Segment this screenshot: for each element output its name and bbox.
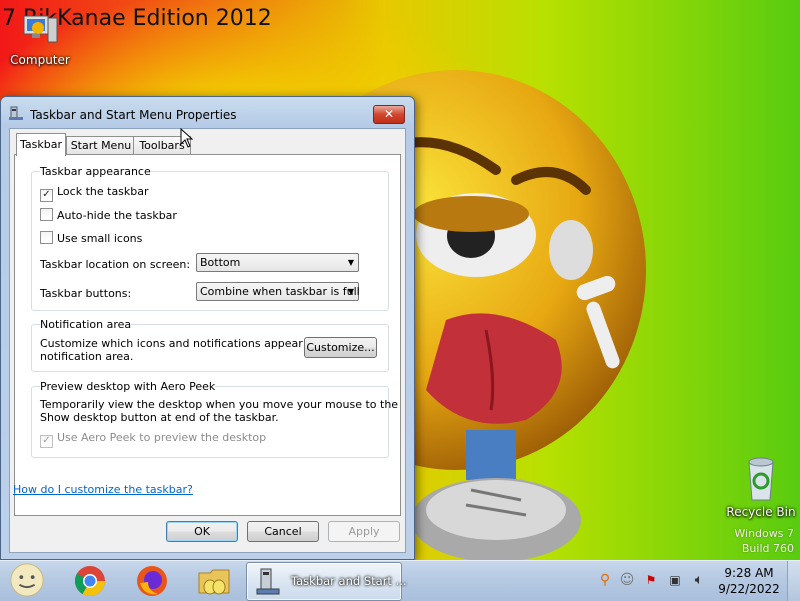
- smiley-tray-icon[interactable]: ☺: [618, 571, 636, 589]
- action-center-warning-icon[interactable]: ⚑: [642, 571, 660, 589]
- lock-taskbar-checkbox[interactable]: ✓: [40, 189, 53, 202]
- close-button[interactable]: ✕: [373, 105, 405, 124]
- task-button-label: Taskbar and Start ...: [291, 574, 407, 588]
- aero-peek-text-line-2: Show desktop button at end of the taskba…: [40, 411, 279, 424]
- taskbar: Taskbar and Start ... ⚲ ☺ ⚑ ▣ 🔈︎ 9:28 AM…: [0, 560, 800, 601]
- aero-peek-group: Preview desktop with Aero Peek Temporari…: [31, 380, 398, 458]
- aero-peek-text-line-1: Temporarily view the desktop when you mo…: [40, 398, 399, 411]
- taskbar-buttons-dropdown[interactable]: Combine when taskbar is full ▼: [196, 282, 360, 301]
- taskbar-properties-task-icon: [256, 568, 280, 595]
- volume-icon[interactable]: 🔈︎: [690, 571, 708, 589]
- taskbar-properties-task-button[interactable]: Taskbar and Start ...: [246, 562, 407, 601]
- dialog-titlebar[interactable]: Taskbar and Start Menu Properties ✕: [1, 97, 414, 129]
- autohide-taskbar-label: Auto-hide the taskbar: [57, 209, 177, 222]
- dialog-client-area: Taskbar Start Menu Toolbars Taskbar appe…: [9, 128, 406, 553]
- apply-button: Apply: [328, 521, 400, 542]
- lock-taskbar-label: Lock the taskbar: [57, 185, 149, 198]
- autohide-taskbar-checkbox[interactable]: [40, 208, 53, 221]
- taskbar-properties-dialog: Taskbar and Start Menu Properties ✕ Task…: [0, 96, 415, 560]
- clock-time: 9:28 AM: [724, 566, 774, 580]
- recycle-bin-desktop-icon[interactable]: Recycle Bin: [726, 454, 796, 519]
- notification-text-line-1: Customize which icons and notifications …: [40, 337, 338, 350]
- chrome-icon[interactable]: [72, 563, 108, 599]
- taskbar-tab-panel: Taskbar appearance ✓ Lock the taskbar Aut…: [13, 154, 401, 516]
- computer-icon: [23, 15, 58, 43]
- tab-start-menu[interactable]: Start Menu: [66, 136, 136, 155]
- recycle-bin-label: Recycle Bin: [726, 505, 796, 519]
- computer-icon-label: Computer: [10, 53, 70, 67]
- watermark-line-1: Windows 7: [734, 527, 794, 540]
- taskbar-appearance-group: Taskbar appearance ✓ Lock the taskbar Aut…: [31, 165, 389, 311]
- search-icon[interactable]: ⚲: [596, 571, 614, 589]
- notification-area-group: Notification area Customize which icons …: [31, 318, 389, 372]
- cancel-button[interactable]: Cancel: [247, 521, 319, 542]
- ok-button[interactable]: OK: [166, 521, 238, 542]
- network-icon[interactable]: ▣: [666, 571, 684, 589]
- notification-area-title: Notification area: [40, 318, 132, 331]
- dialog-title: Taskbar and Start Menu Properties: [30, 108, 237, 122]
- show-desktop-button[interactable]: [787, 561, 800, 601]
- system-clock[interactable]: 9:28 AM 9/22/2022: [716, 565, 782, 597]
- notification-text-line-2: notification area.: [40, 350, 134, 363]
- taskbar-location-value: Bottom: [200, 256, 241, 269]
- taskbar-location-dropdown[interactable]: Bottom ▼: [196, 253, 359, 272]
- taskbar-buttons-value: Combine when taskbar is full: [200, 285, 360, 298]
- customize-button[interactable]: Customize...: [304, 337, 377, 358]
- start-button[interactable]: [6, 562, 48, 598]
- autohide-taskbar-row[interactable]: Auto-hide the taskbar: [40, 208, 177, 222]
- computer-desktop-icon[interactable]: Computer: [8, 10, 72, 67]
- small-icons-label: Use small icons: [57, 232, 143, 245]
- aero-peek-title: Preview desktop with Aero Peek: [40, 380, 216, 393]
- lock-taskbar-row[interactable]: ✓ Lock the taskbar: [40, 185, 149, 202]
- windows-watermark: Windows 7 Build 760: [734, 526, 794, 556]
- aero-peek-checkbox: ✓: [40, 435, 53, 448]
- watermark-line-2: Build 760: [741, 542, 794, 555]
- taskbar-appearance-title: Taskbar appearance: [40, 165, 151, 178]
- chevron-down-icon: ▼: [347, 258, 354, 267]
- file-explorer-icon[interactable]: [196, 563, 232, 599]
- help-link[interactable]: How do I customize the taskbar?: [13, 483, 193, 496]
- taskbar-properties-icon: [9, 106, 23, 120]
- tab-taskbar[interactable]: Taskbar: [16, 133, 66, 156]
- chevron-down-icon: ▼: [347, 287, 354, 296]
- firefox-icon[interactable]: [134, 563, 170, 599]
- clock-date: 9/22/2022: [718, 582, 780, 596]
- aero-peek-label: Use Aero Peek to preview the desktop: [57, 431, 267, 444]
- mouse-cursor-icon: [180, 128, 194, 148]
- small-icons-row[interactable]: Use small icons: [40, 231, 142, 245]
- small-icons-checkbox[interactable]: [40, 231, 53, 244]
- aero-peek-row: ✓ Use Aero Peek to preview the desktop: [40, 431, 266, 448]
- taskbar-buttons-label: Taskbar buttons:: [40, 287, 132, 300]
- close-icon: ✕: [383, 107, 395, 121]
- notification-area-description: Customize which icons and notifications …: [40, 337, 338, 363]
- taskbar-location-label: Taskbar location on screen:: [40, 258, 191, 271]
- aero-peek-description: Temporarily view the desktop when you mo…: [40, 398, 398, 424]
- recycle-bin-icon: [748, 457, 774, 501]
